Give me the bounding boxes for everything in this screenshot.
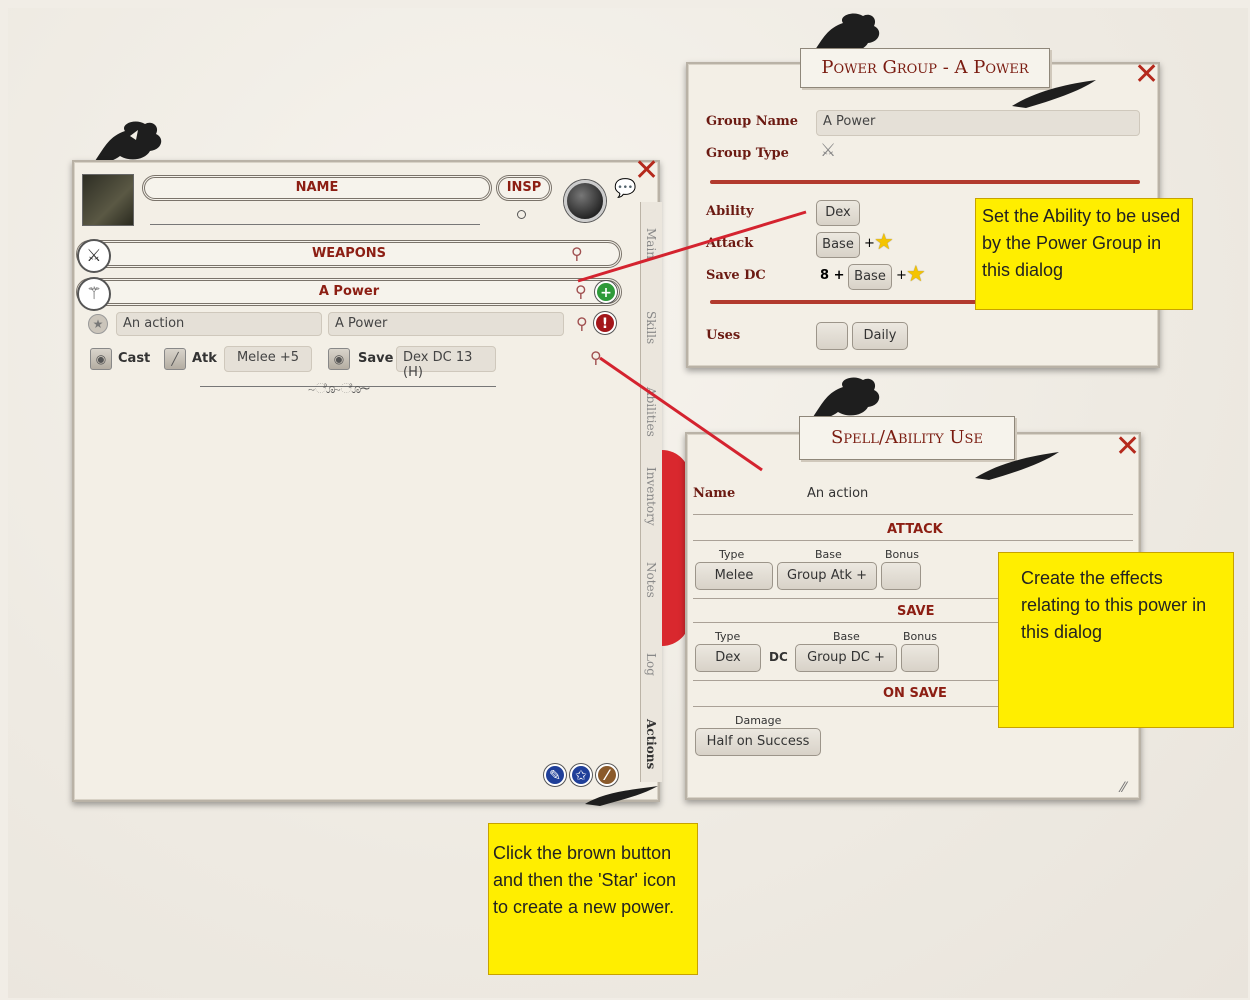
pointer-line (599, 356, 763, 472)
callout-effects: Create the effects relating to this powe… (998, 552, 1234, 728)
callout-new-power: Click the brown button and then the 'Sta… (488, 823, 698, 975)
pointer-line (577, 210, 807, 283)
callout-ability: Set the Ability to be used by the Power … (975, 198, 1193, 310)
